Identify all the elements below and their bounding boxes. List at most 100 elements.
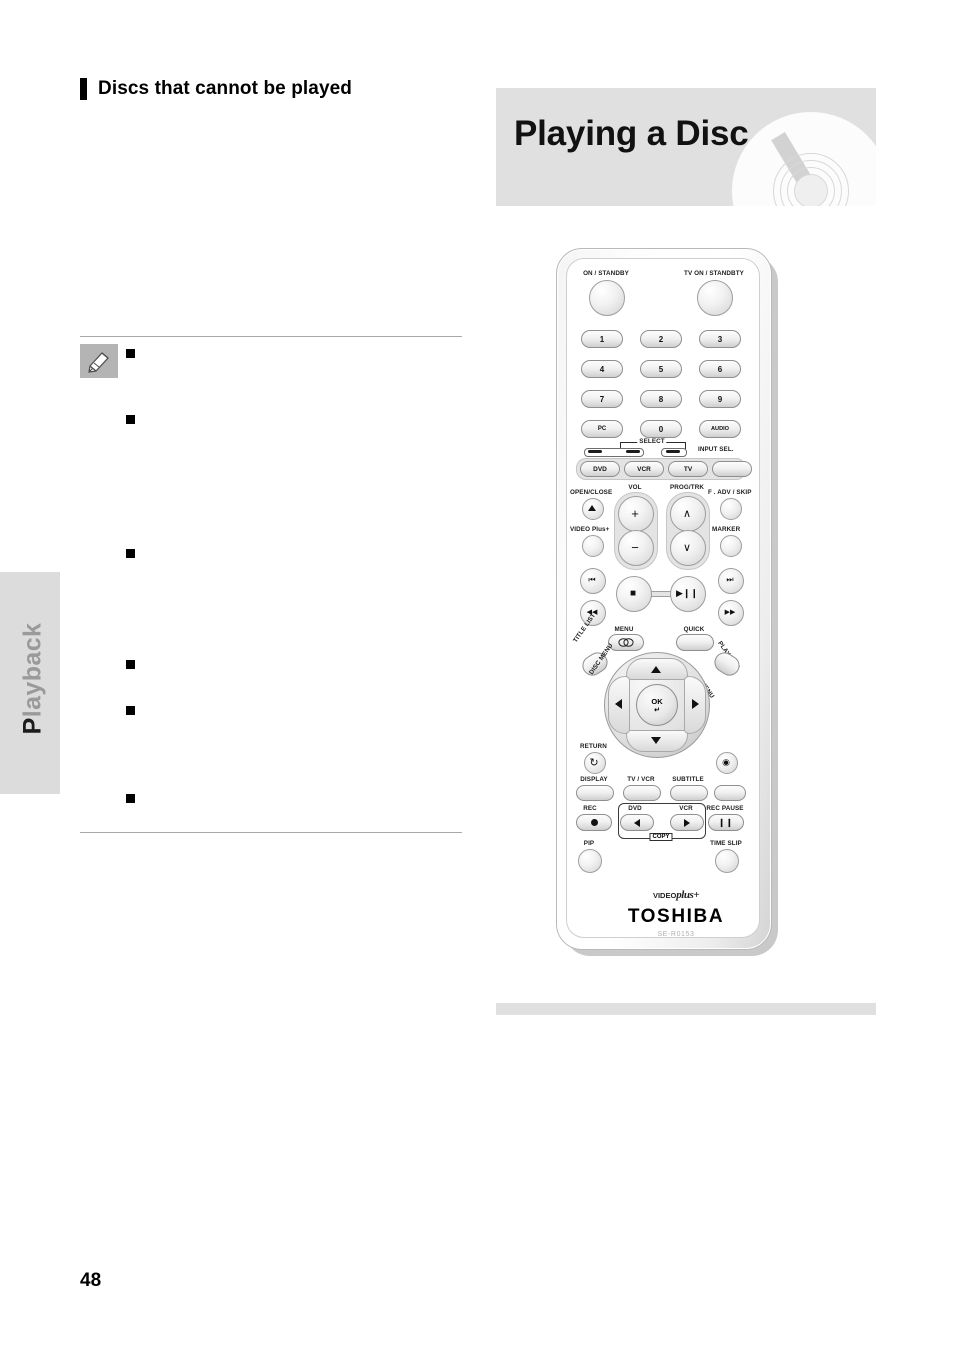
video-plus-logo: VIDEOplus+ <box>652 889 700 901</box>
pencil-note-icon <box>80 344 118 378</box>
play-pause-button[interactable] <box>670 576 706 612</box>
tv-power-button[interactable] <box>697 280 733 316</box>
aux-button[interactable] <box>714 785 746 801</box>
chapter-header-band: Playing a Disc <box>496 88 876 206</box>
pause-icon: ❙❙ <box>718 818 734 827</box>
key-2[interactable]: 2 <box>640 330 682 348</box>
heading-text: Discs that cannot be played <box>98 78 352 99</box>
copy-to-dvd-button[interactable] <box>620 814 654 831</box>
label-prog-trk: PROG/TRK <box>669 484 705 491</box>
copy-to-vcr-button[interactable] <box>670 814 704 831</box>
label-copy-vcr: VCR <box>679 805 693 812</box>
remote-control-illustration: ON / STANDBY TV ON / STANDBTY 1 2 3 4 5 … <box>556 248 796 964</box>
note-top-divider <box>80 336 462 337</box>
label-return: RETURN <box>580 743 607 750</box>
label-input-sel: INPUT SEL. <box>698 446 734 453</box>
video-plus-button[interactable] <box>582 535 604 557</box>
menu-button[interactable] <box>608 634 644 651</box>
label-copy: COPY <box>649 833 673 841</box>
page-number: 48 <box>80 1270 102 1291</box>
label-tv-vcr: TV / VCR <box>627 776 655 783</box>
label-subtitle: SUBTITLE <box>672 776 704 783</box>
list-item <box>126 349 135 358</box>
quick-button[interactable] <box>676 634 714 651</box>
compact-disc-icon <box>732 112 876 206</box>
key-1[interactable]: 1 <box>581 330 623 348</box>
prog-up-button[interactable] <box>670 496 706 532</box>
time-slip-button[interactable] <box>715 849 739 873</box>
nav-up-button[interactable] <box>626 658 688 680</box>
label-copy-dvd: DVD <box>628 805 642 812</box>
display-button[interactable] <box>576 785 614 801</box>
label-open-close: OPEN/CLOSE <box>570 489 613 496</box>
label-time-slip: TIME SLIP <box>710 840 742 847</box>
key-6[interactable]: 6 <box>699 360 741 378</box>
key-5[interactable]: 5 <box>640 360 682 378</box>
subtitle-button[interactable] <box>670 785 708 801</box>
mode-tv-button[interactable]: TV <box>668 461 708 477</box>
prog-down-button[interactable] <box>670 530 706 566</box>
list-item <box>126 794 135 803</box>
next-button[interactable] <box>718 568 744 594</box>
enter-icon: ↵ <box>654 706 660 714</box>
select-slider-right[interactable] <box>661 448 687 457</box>
label-vol: VOL <box>628 484 642 491</box>
arrow-right-icon <box>684 818 690 827</box>
label-tv-on-standby: TV ON / STANDBTY <box>684 270 744 277</box>
open-close-button[interactable] <box>582 498 604 520</box>
heading-accent-bar <box>80 78 87 100</box>
input-sel-button[interactable] <box>712 461 752 477</box>
label-on-standby: ON / STANDBY <box>583 270 629 277</box>
pip-button[interactable] <box>578 849 602 873</box>
list-item <box>126 549 135 558</box>
key-7[interactable]: 7 <box>581 390 623 408</box>
ok-label: OK <box>651 696 663 706</box>
label-pip: PIP <box>583 840 595 847</box>
nav-left-button[interactable] <box>608 676 630 734</box>
fast-forward-button[interactable] <box>718 600 744 626</box>
nav-right-button[interactable] <box>684 676 706 734</box>
ok-button[interactable]: OK ↵ <box>636 684 678 726</box>
key-8[interactable]: 8 <box>640 390 682 408</box>
label-select: SELECT <box>637 438 667 445</box>
record-button[interactable] <box>576 814 612 831</box>
sidebar-section-label: Playback <box>18 622 47 735</box>
list-item <box>126 415 135 424</box>
record-pause-button[interactable]: ❙❙ <box>708 814 744 831</box>
nav-down-button[interactable] <box>626 730 688 752</box>
zoom-button[interactable] <box>716 752 738 774</box>
list-item <box>126 706 135 715</box>
label-display: DISPLAY <box>580 776 608 783</box>
section-heading: Discs that cannot be played <box>80 78 352 100</box>
arrow-left-icon <box>634 818 640 827</box>
note-bottom-divider <box>80 832 462 833</box>
volume-up-button[interactable] <box>618 496 654 532</box>
marker-button[interactable] <box>720 535 742 557</box>
power-button[interactable] <box>589 280 625 316</box>
key-9[interactable]: 9 <box>699 390 741 408</box>
key-4[interactable]: 4 <box>581 360 623 378</box>
sidebar-section-tab: Playback <box>0 572 60 794</box>
key-pc[interactable]: PC <box>581 420 623 438</box>
tv-vcr-button[interactable] <box>623 785 661 801</box>
sidebar-section-label-rest: layback <box>18 622 47 718</box>
stop-button[interactable] <box>616 576 652 612</box>
mode-vcr-button[interactable]: VCR <box>624 461 664 477</box>
key-3[interactable]: 3 <box>699 330 741 348</box>
f-adv-skip-button[interactable] <box>720 498 742 520</box>
previous-button[interactable] <box>580 568 606 594</box>
label-rec-pause: REC PAUSE <box>706 805 744 812</box>
volume-down-button[interactable] <box>618 530 654 566</box>
label-menu: MENU <box>614 626 634 633</box>
label-f-adv-skip: F . ADV / SKIP <box>708 489 752 496</box>
key-0[interactable]: 0 <box>640 420 682 438</box>
select-slider-left[interactable] <box>584 448 644 457</box>
chapter-footer-band <box>496 1003 876 1015</box>
list-item <box>126 660 135 669</box>
remote-model-number: SE-R0153 <box>657 931 695 938</box>
page-title: Playing a Disc <box>514 114 749 153</box>
return-button[interactable] <box>584 752 606 774</box>
record-dot-icon <box>590 819 598 826</box>
key-audio[interactable]: AUDIO <box>699 420 741 438</box>
mode-dvd-button[interactable]: DVD <box>580 461 620 477</box>
